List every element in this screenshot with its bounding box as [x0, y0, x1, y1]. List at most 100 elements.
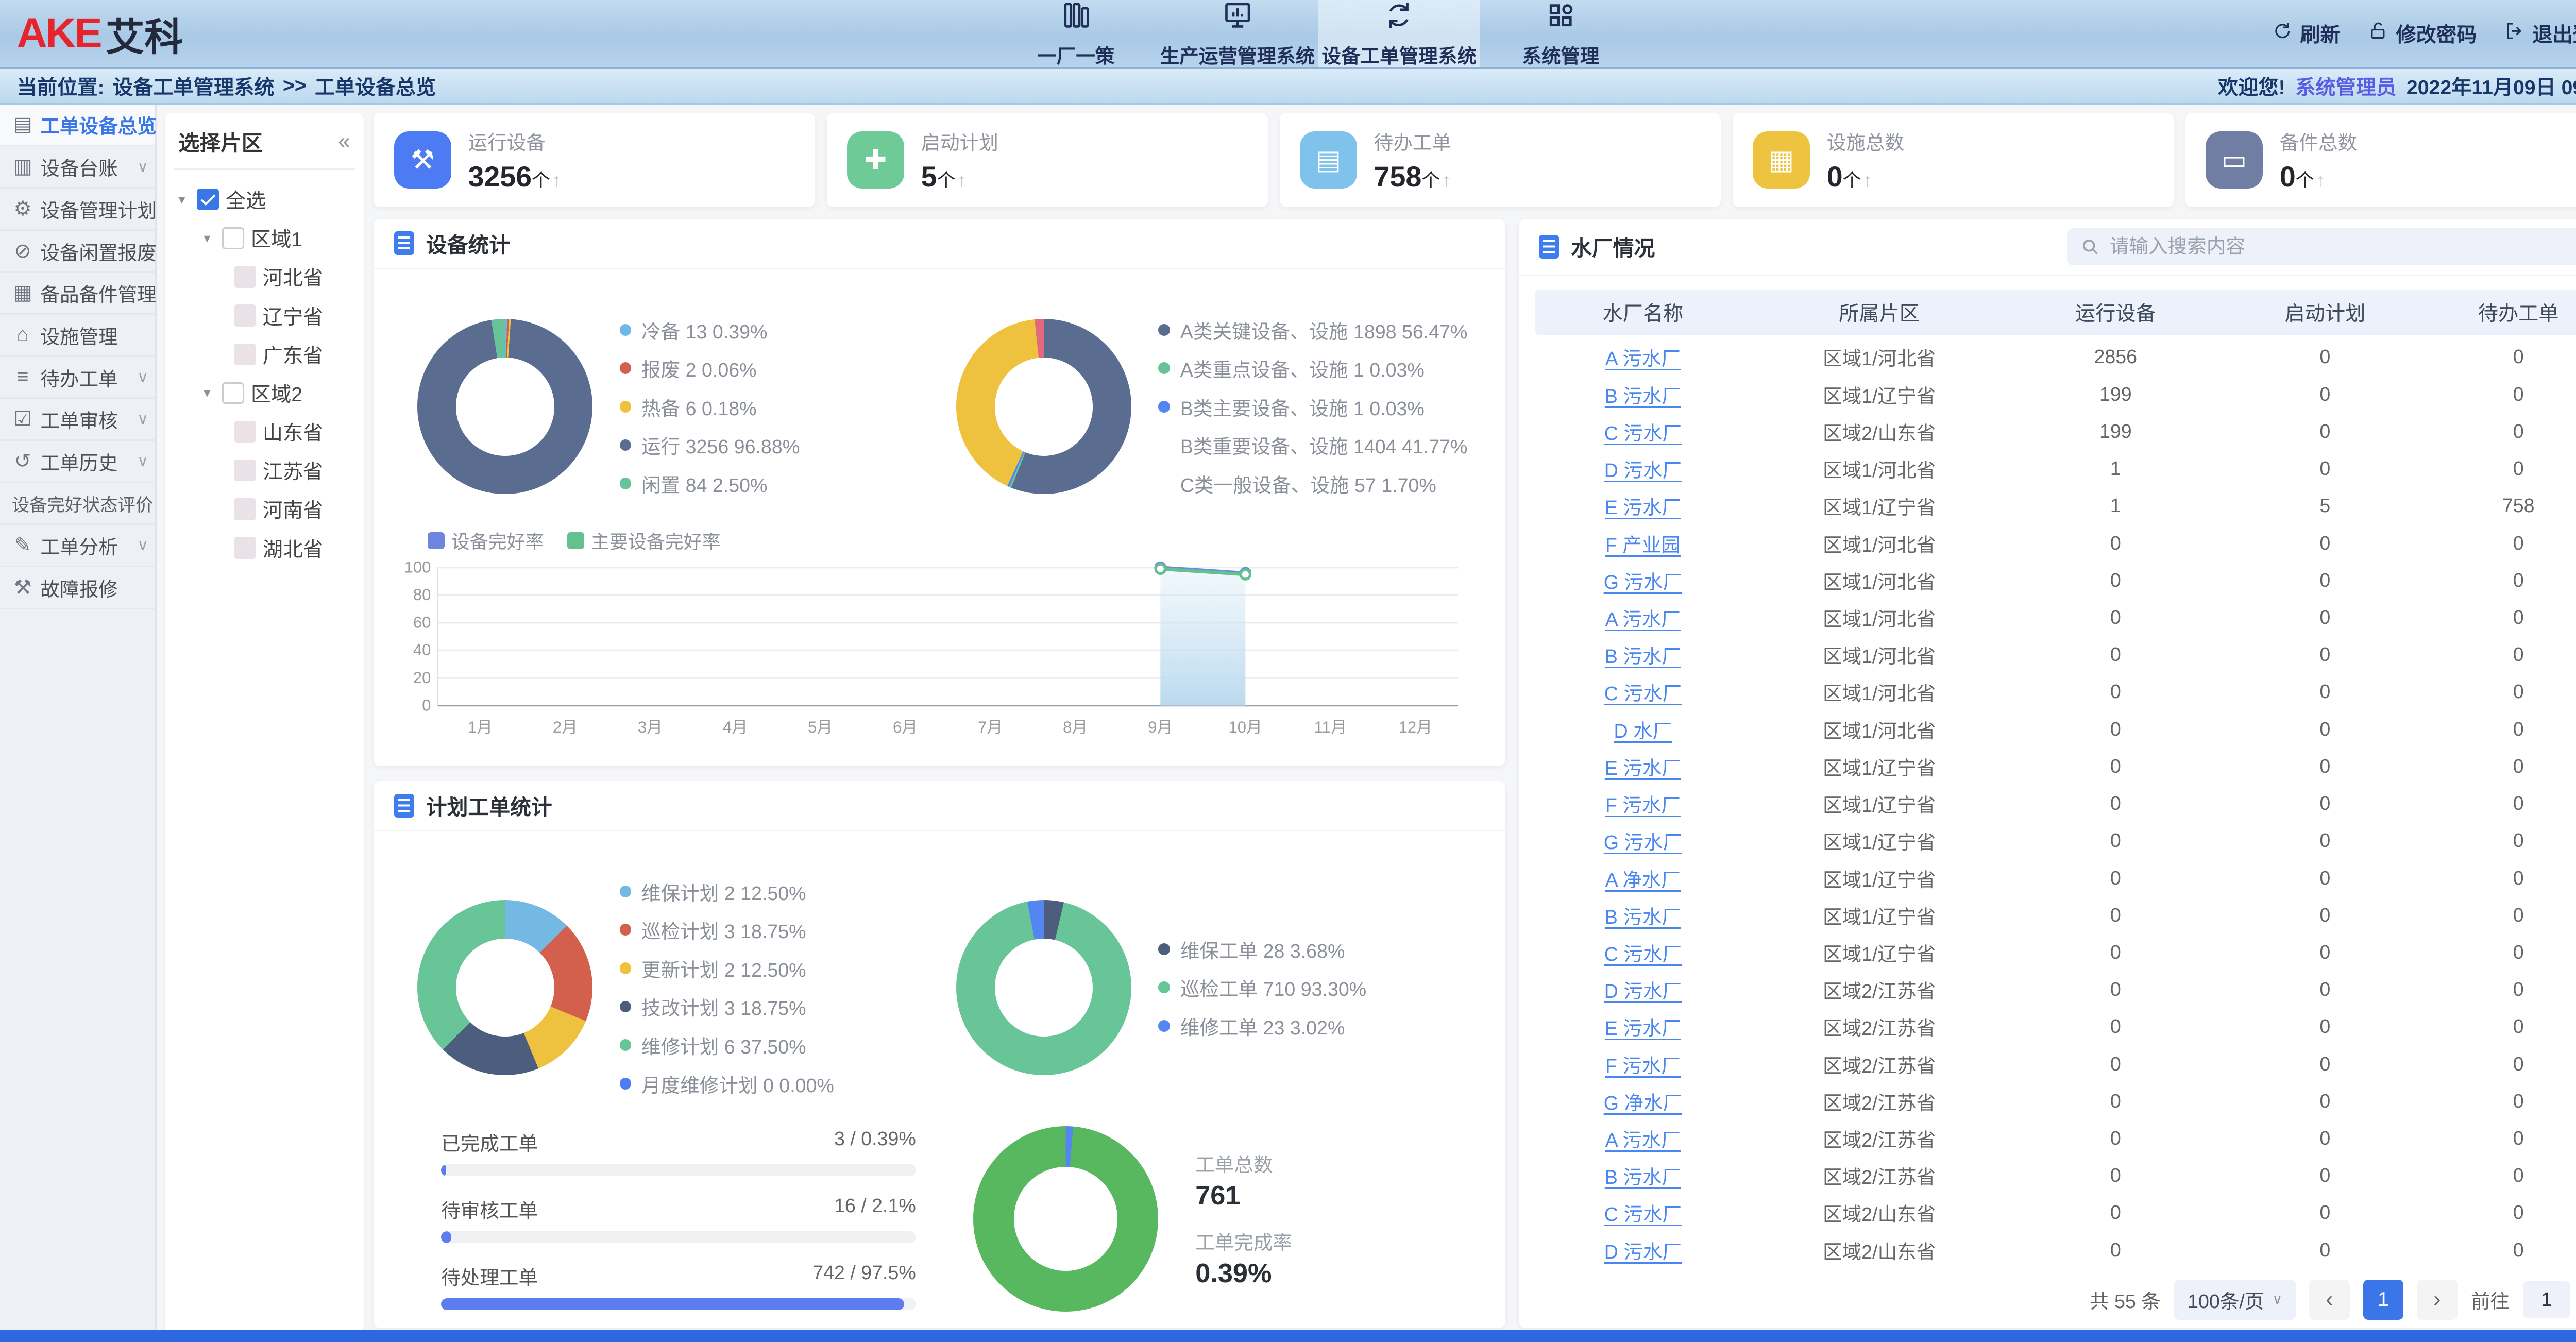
sidebar-item-11[interactable]: ✎工单分析∨ — [0, 525, 155, 567]
tree-node-group-1[interactable]: ▾区域1 — [174, 219, 355, 258]
plant-link[interactable]: C 污水厂 — [1604, 943, 1682, 965]
legend-item-3[interactable]: 热备 6 0.18% — [620, 393, 800, 421]
sidebar-item-6[interactable]: ⌂设施管理 — [0, 315, 155, 357]
sidebar-item-9[interactable]: ↺工单历史∨ — [0, 441, 155, 483]
plant-link[interactable]: D 污水厂 — [1604, 1241, 1682, 1263]
tree-node-leaf-2-4[interactable]: 湖北省 — [174, 529, 355, 567]
plant-link[interactable]: F 污水厂 — [1605, 1055, 1681, 1077]
plant-link[interactable]: D 污水厂 — [1604, 460, 1682, 481]
search-input[interactable] — [2110, 235, 2576, 258]
legend-item-4[interactable]: B类重要设备、设施 1404 41.77% — [1158, 431, 1467, 459]
plant-link[interactable]: D 水厂 — [1614, 720, 1672, 742]
plant-link[interactable]: A 污水厂 — [1605, 608, 1681, 630]
page-size-select[interactable]: 100条/页 ∨ — [2174, 1280, 2296, 1320]
collapse-icon[interactable]: « — [338, 129, 350, 154]
legend-item-1[interactable]: 冷备 13 0.39% — [620, 316, 800, 344]
legend-item-5[interactable]: 闲置 84 2.50% — [620, 469, 800, 498]
legend-item-4[interactable]: 技改计划 3 18.75% — [620, 992, 834, 1021]
plant-link[interactable]: D 污水厂 — [1604, 980, 1682, 1002]
plant-link[interactable]: A 污水厂 — [1605, 348, 1681, 369]
plant-link[interactable]: G 污水厂 — [1604, 571, 1682, 593]
header-action-1[interactable]: 刷新 — [2272, 19, 2341, 48]
header-action-3[interactable]: 退出登录 — [2504, 19, 2576, 48]
prev-page-button[interactable]: ‹ — [2309, 1280, 2349, 1320]
sidebar-item-10[interactable]: 设备完好状态评价 — [0, 483, 155, 525]
sidebar-item-12[interactable]: ⚒故障报修 — [0, 567, 155, 609]
sidebar-item-2[interactable]: ▥设备台账∨ — [0, 146, 155, 189]
tree-node-leaf-2-2[interactable]: 江苏省 — [174, 451, 355, 490]
checkbox-unchecked[interactable] — [222, 227, 244, 249]
plant-link[interactable]: C 污水厂 — [1604, 1203, 1682, 1225]
plant-link[interactable]: A 净水厂 — [1605, 869, 1681, 891]
tree-node-all[interactable]: ▾全选 — [174, 180, 355, 219]
plant-link[interactable]: C 污水厂 — [1604, 422, 1682, 444]
column-header-5[interactable]: 待办工单 — [2427, 298, 2576, 327]
legend-item-1[interactable]: 维保计划 2 12.50% — [620, 877, 834, 906]
checkbox-checked[interactable] — [197, 189, 218, 210]
search-box[interactable] — [2067, 228, 2576, 265]
line-legend-item-2[interactable]: 主要设备完好率 — [567, 527, 720, 554]
sidebar-item-3[interactable]: ⚙设备管理计划∨ — [0, 189, 155, 231]
tree-node-leaf-1-2[interactable]: 辽宁省 — [174, 296, 355, 335]
plant-link[interactable]: A 污水厂 — [1605, 1129, 1681, 1151]
page-1-button[interactable]: 1 — [2363, 1280, 2403, 1320]
legend-item-5[interactable]: 维修计划 6 37.50% — [620, 1031, 834, 1059]
checkbox-disabled[interactable] — [234, 498, 256, 520]
plant-link[interactable]: E 污水厂 — [1605, 1017, 1681, 1039]
nav-tab-4[interactable]: 系统管理 — [1480, 0, 1642, 67]
column-header-3[interactable]: 运行设备 — [2008, 298, 2223, 327]
legend-item-2[interactable]: 巡检计划 3 18.75% — [620, 915, 834, 944]
tree-node-leaf-2-1[interactable]: 山东省 — [174, 412, 355, 451]
nav-tab-1[interactable]: 一厂一策 — [995, 0, 1157, 67]
sidebar-item-7[interactable]: ≡待办工单∨ — [0, 357, 155, 399]
current-user-link[interactable]: 系统管理员 — [2295, 72, 2396, 100]
tree-node-group-2[interactable]: ▾区域2 — [174, 373, 355, 412]
tree-node-leaf-1-3[interactable]: 广东省 — [174, 335, 355, 373]
sidebar-item-4[interactable]: ⊘设备闲置报废∨ — [0, 231, 155, 273]
checkbox-disabled[interactable] — [234, 344, 256, 365]
legend-item-2[interactable]: 报废 2 0.06% — [620, 354, 800, 382]
legend-item-1[interactable]: 维保工单 28 3.68% — [1158, 935, 1366, 963]
sidebar-item-8[interactable]: ☑工单审核∨ — [0, 399, 155, 441]
legend-item-2[interactable]: A类重点设备、设施 1 0.03% — [1158, 354, 1467, 382]
plant-link[interactable]: G 净水厂 — [1604, 1092, 1682, 1114]
sidebar-item-1[interactable]: ▤工单设备总览 — [0, 105, 155, 147]
checkbox-unchecked[interactable] — [222, 382, 244, 404]
checkbox-disabled[interactable] — [234, 460, 256, 481]
legend-item-1[interactable]: A类关键设备、设施 1898 56.47% — [1158, 316, 1467, 344]
checkbox-disabled[interactable] — [234, 421, 256, 443]
checkbox-disabled[interactable] — [234, 304, 256, 326]
column-header-2[interactable]: 所属片区 — [1750, 298, 2008, 327]
tree-expand-icon[interactable]: ▾ — [199, 385, 216, 401]
legend-item-2[interactable]: 巡检工单 710 93.30% — [1158, 973, 1366, 1001]
goto-page-input[interactable]: 1 — [2523, 1281, 2570, 1318]
plant-link[interactable]: E 污水厂 — [1605, 757, 1681, 779]
tree-expand-icon[interactable]: ▾ — [174, 192, 191, 208]
legend-item-6[interactable]: 月度维修计划 0 0.00% — [620, 1069, 834, 1098]
plant-link[interactable]: B 污水厂 — [1605, 906, 1681, 928]
column-header-4[interactable]: 启动计划 — [2223, 298, 2427, 327]
plant-link[interactable]: B 污水厂 — [1605, 1166, 1681, 1188]
header-action-2[interactable]: 修改密码 — [2367, 19, 2477, 48]
legend-item-3[interactable]: 更新计划 2 12.50% — [620, 954, 834, 982]
legend-item-4[interactable]: 运行 3256 96.88% — [620, 431, 800, 459]
tree-node-leaf-1-1[interactable]: 河北省 — [174, 258, 355, 296]
next-page-button[interactable]: › — [2417, 1280, 2457, 1320]
plant-link[interactable]: B 污水厂 — [1605, 645, 1681, 667]
checkbox-disabled[interactable] — [234, 266, 256, 287]
plant-link[interactable]: E 污水厂 — [1605, 497, 1681, 518]
plant-link[interactable]: C 污水厂 — [1604, 683, 1682, 704]
plant-link[interactable]: G 污水厂 — [1604, 831, 1682, 853]
tree-expand-icon[interactable]: ▾ — [199, 230, 216, 246]
line-legend-item-1[interactable]: 设备完好率 — [428, 527, 544, 554]
plant-link[interactable]: F 产业园 — [1605, 534, 1681, 556]
legend-item-5[interactable]: C类一般设备、设施 57 1.70% — [1158, 469, 1467, 498]
nav-tab-2[interactable]: 生产运营管理系统 — [1157, 0, 1318, 67]
legend-item-3[interactable]: B类主要设备、设施 1 0.03% — [1158, 393, 1467, 421]
sidebar-item-5[interactable]: ▦备品备件管理 — [0, 273, 155, 315]
legend-item-3[interactable]: 维修工单 23 3.02% — [1158, 1012, 1366, 1040]
checkbox-disabled[interactable] — [234, 537, 256, 558]
tree-node-leaf-2-3[interactable]: 河南省 — [174, 490, 355, 529]
column-header-1[interactable]: 水厂名称 — [1535, 298, 1750, 327]
plant-link[interactable]: F 污水厂 — [1605, 794, 1681, 816]
